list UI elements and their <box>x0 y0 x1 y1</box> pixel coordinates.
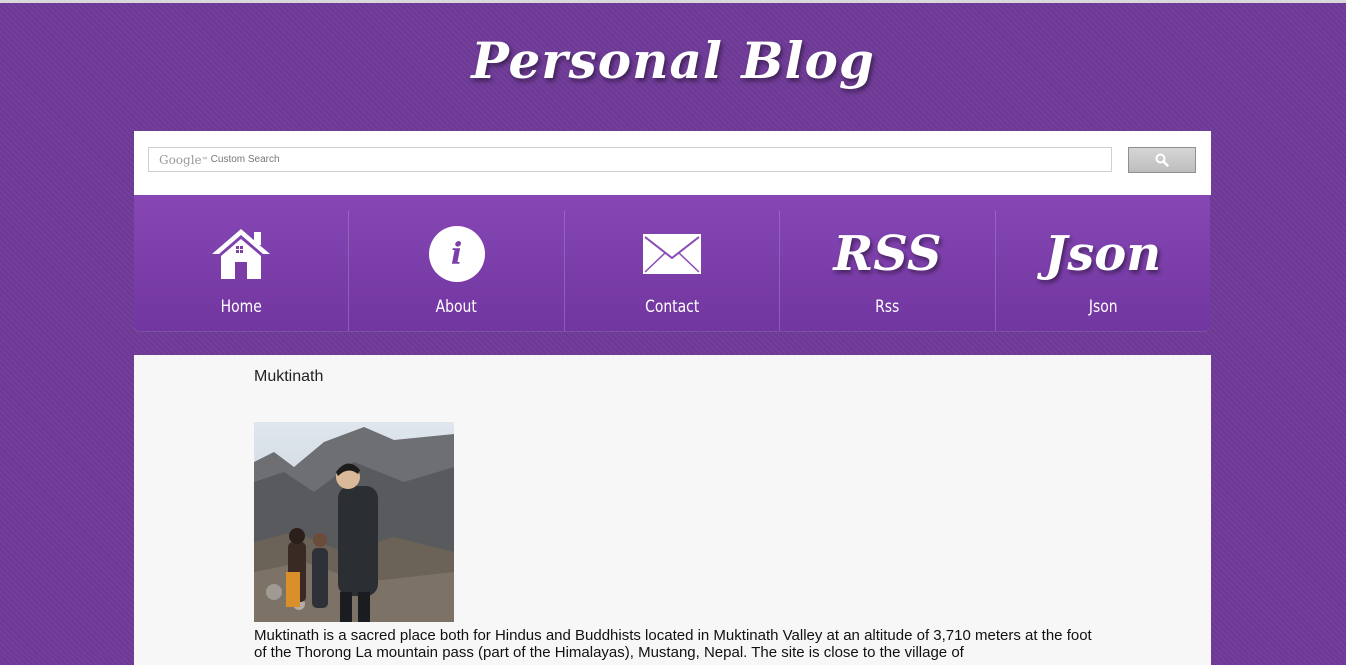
nav-item-json[interactable]: Json Json <box>996 211 1210 331</box>
search-input[interactable]: Google ™ Custom Search <box>148 147 1112 172</box>
nav-label-home: Home <box>220 297 262 317</box>
nav-item-rss[interactable]: RSS Rss <box>780 211 996 331</box>
search-button[interactable] <box>1128 147 1196 173</box>
search-icon <box>1155 153 1169 167</box>
nav-label-about: About <box>435 297 478 317</box>
nav-label-json: Json <box>1088 297 1118 317</box>
nav-item-home[interactable]: Home <box>134 211 350 331</box>
google-label: Google <box>159 152 202 167</box>
post-content: Muktinath Muktinath is a sacred place bo… <box>134 355 1211 665</box>
nav-item-about[interactable]: i About <box>349 211 565 331</box>
house-icon <box>212 229 271 279</box>
envelope-icon <box>643 234 702 274</box>
post-photo <box>254 422 454 622</box>
info-icon: i <box>428 226 485 282</box>
nav-label-rss: Rss <box>875 297 900 317</box>
main-nav: Home i About Contact RSS Rss Json Json <box>134 195 1210 331</box>
nav-item-contact[interactable]: Contact <box>565 211 781 331</box>
site-title: Personal Blog <box>471 31 875 90</box>
rss-icon: RSS <box>833 226 942 282</box>
google-trademark: ™ <box>201 156 208 163</box>
search-placeholder: Custom Search <box>210 154 280 165</box>
search-bar: Google ™ Custom Search <box>134 131 1211 195</box>
nav-label-contact: Contact <box>644 297 700 317</box>
post-body: Muktinath is a sacred place both for Hin… <box>254 627 1092 661</box>
post-title: Muktinath <box>254 368 324 385</box>
json-icon: Json <box>1044 226 1162 282</box>
